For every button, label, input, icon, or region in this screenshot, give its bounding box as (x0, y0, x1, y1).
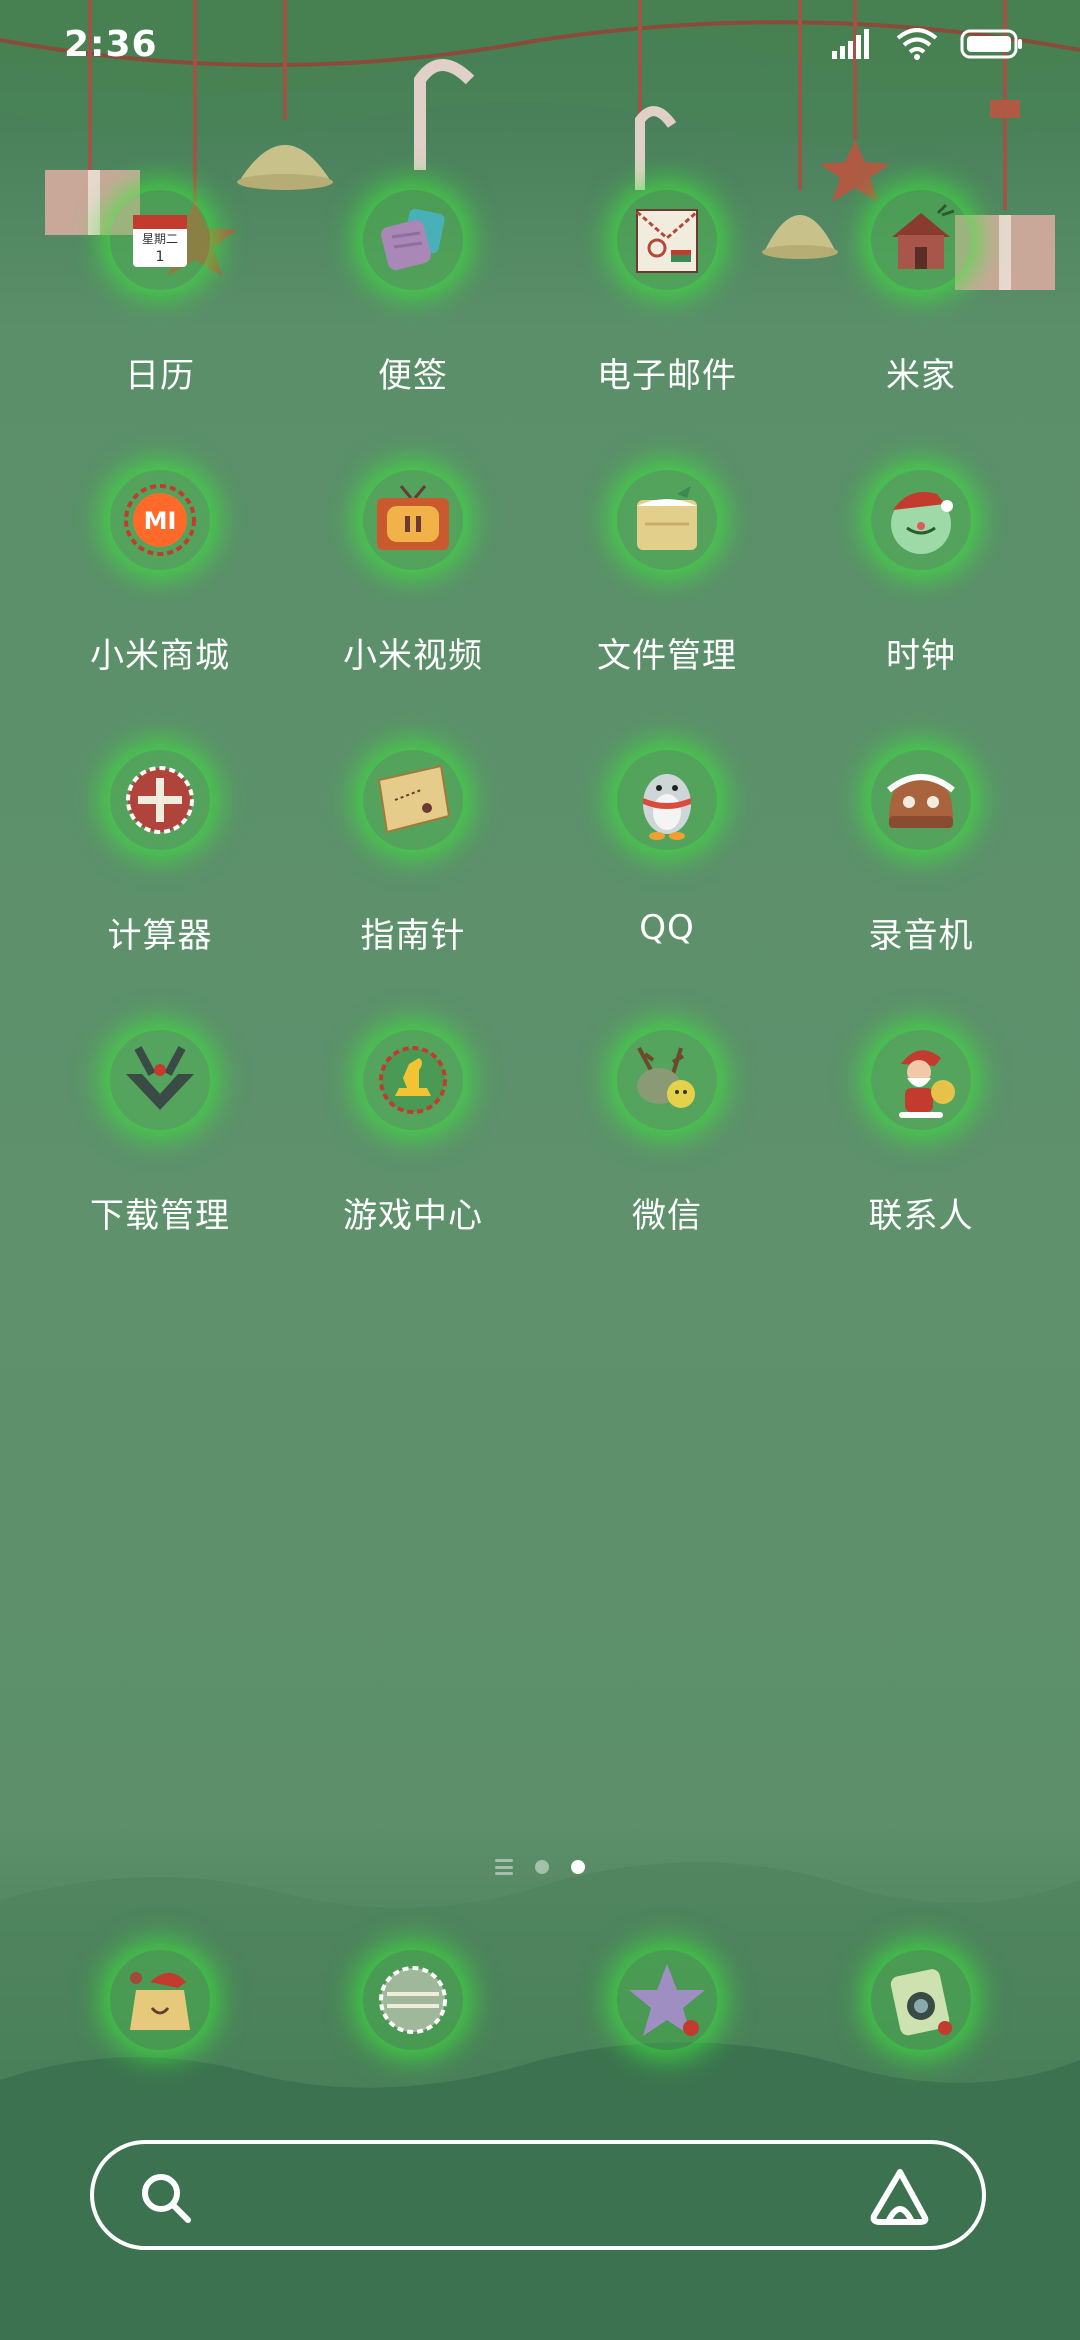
app-compass[interactable]: 指南针 (286, 750, 540, 1010)
app-game-center[interactable]: 游戏中心 (286, 1030, 540, 1290)
app-label: QQ (639, 908, 695, 948)
app-label: 便签 (378, 356, 448, 396)
signal-icon (832, 29, 869, 59)
app-label: 电子邮件 (597, 356, 737, 396)
camera-icon (871, 1950, 971, 2050)
search-icon[interactable] (138, 2170, 194, 2226)
app-label: 指南针 (360, 916, 466, 956)
app-label: 小米视频 (343, 636, 483, 676)
app-wechat[interactable]: 微信 (540, 1030, 794, 1290)
app-label: 文件管理 (597, 636, 737, 676)
app-label: 下载管理 (90, 1196, 230, 1236)
app-mi-video[interactable]: 小米视频 (286, 470, 540, 730)
svg-text:1: 1 (156, 249, 165, 265)
page-dot-active (571, 1860, 585, 1874)
page-indicator[interactable] (0, 1852, 1080, 1882)
download-manager-icon (110, 1030, 210, 1130)
app-label: 微信 (632, 1196, 702, 1236)
mi-store-icon: MI (110, 470, 210, 570)
hills-decoration (0, 1862, 1080, 2340)
app-label: 计算器 (107, 916, 213, 956)
mijia-house-icon (871, 190, 971, 290)
email-icon (617, 190, 717, 290)
app-label: 录音机 (868, 916, 974, 956)
dock (0, 1950, 1080, 2070)
game-center-icon (363, 1030, 463, 1130)
svg-text:星期二: 星期二 (142, 232, 178, 246)
browser-star-icon (617, 1950, 717, 2050)
app-calendar[interactable]: 星期二 1 日历 (33, 190, 287, 450)
app-clock[interactable]: 时钟 (794, 470, 1048, 730)
app-mi-store[interactable]: MI 小米商城 (33, 470, 287, 730)
wechat-icon (617, 1030, 717, 1130)
app-label: 游戏中心 (343, 1196, 483, 1236)
app-label: 日历 (125, 356, 195, 396)
phone-bag-icon (110, 1950, 210, 2050)
dock-browser[interactable] (540, 1950, 794, 2070)
status-icons (830, 28, 1024, 60)
tv-video-icon (363, 470, 463, 570)
messages-ornament-icon (363, 1950, 463, 2050)
search-bar[interactable] (90, 2140, 986, 2250)
app-mijia[interactable]: 米家 (794, 190, 1048, 450)
app-label: 小米商城 (90, 636, 230, 676)
qq-penguin-icon (617, 750, 717, 850)
calculator-icon (110, 750, 210, 850)
dock-phone[interactable] (33, 1950, 287, 2070)
page-dot (535, 1860, 549, 1874)
app-qq[interactable]: QQ (540, 750, 794, 1010)
app-recorder[interactable]: 录音机 (794, 750, 1048, 1010)
notes-icon (363, 190, 463, 290)
calendar-icon: 星期二 1 (110, 190, 210, 290)
status-bar: 2:36 (0, 0, 1080, 96)
contacts-santa-icon (871, 1030, 971, 1130)
app-email[interactable]: 电子邮件 (540, 190, 794, 450)
compass-map-icon (363, 750, 463, 850)
dock-messages[interactable] (286, 1950, 540, 2070)
app-notes[interactable]: 便签 (286, 190, 540, 450)
app-list-icon (495, 1859, 513, 1875)
app-calculator[interactable]: 计算器 (33, 750, 287, 1010)
app-label: 时钟 (886, 636, 956, 676)
app-label: 米家 (886, 356, 956, 396)
status-time: 2:36 (64, 24, 158, 65)
clock-icon (871, 470, 971, 570)
app-contacts[interactable]: 联系人 (794, 1030, 1048, 1290)
svg-text:MI: MI (144, 507, 177, 535)
dock-camera[interactable] (794, 1950, 1048, 2070)
recorder-icon (871, 750, 971, 850)
app-label: 联系人 (868, 1196, 974, 1236)
assistant-icon[interactable] (868, 2166, 932, 2228)
app-file-manager[interactable]: 文件管理 (540, 470, 794, 730)
app-download-manager[interactable]: 下载管理 (33, 1030, 287, 1290)
file-manager-icon (617, 470, 717, 570)
wifi-icon (896, 28, 938, 60)
battery-icon (960, 29, 1022, 59)
